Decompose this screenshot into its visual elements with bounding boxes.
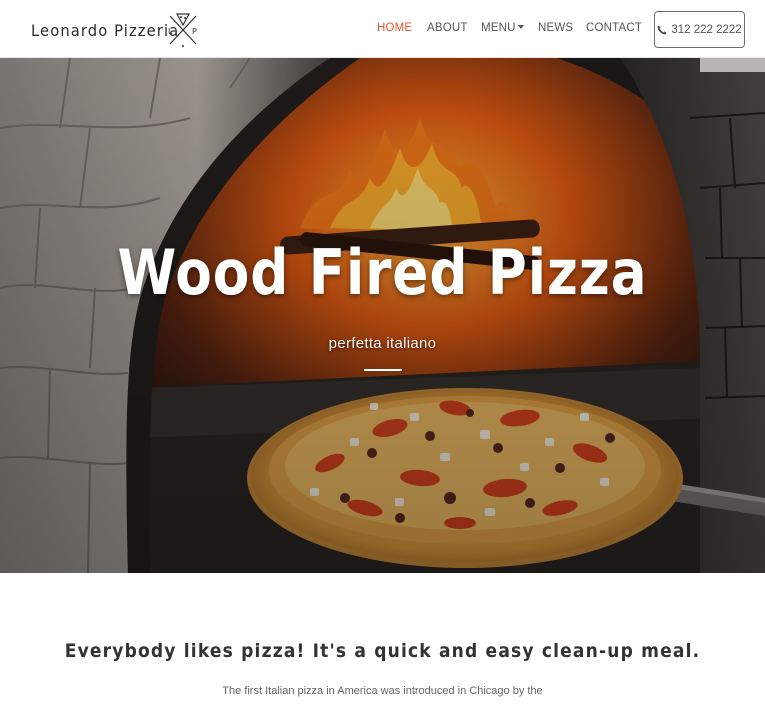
phone-button[interactable]: 312 222 2222 xyxy=(654,11,745,48)
nav-item-contact[interactable]: CONTACT xyxy=(586,22,642,34)
oven-pizza-image xyxy=(0,58,765,573)
phone-icon xyxy=(657,25,667,34)
hero-subtitle: perfetta italiano xyxy=(328,335,437,352)
hero-banner: Wood Fired Pizza perfetta italiano xyxy=(0,58,765,573)
nav-item-menu-label: MENU xyxy=(481,22,516,34)
caret-down-icon xyxy=(517,25,524,29)
nav-item-about[interactable]: ABOUT xyxy=(427,22,468,34)
hero-title: Wood Fired Pizza xyxy=(117,236,648,309)
intro-heading: Everybody likes pizza! It's a quick and … xyxy=(64,640,701,662)
main-nav: HOME ABOUT MENU NEWS CONTACT xyxy=(0,0,765,58)
nav-item-menu[interactable]: MENU xyxy=(481,22,524,34)
nav-item-news[interactable]: NEWS xyxy=(538,22,573,34)
nav-item-home[interactable]: HOME xyxy=(377,22,412,34)
intro-paragraph: The first Italian pizza in America was i… xyxy=(222,685,543,697)
hero-divider xyxy=(364,369,402,371)
navbar: Leonardo Pizzeria L P HOME ABOUT MENU NE… xyxy=(0,0,765,58)
phone-number: 312 222 2222 xyxy=(671,23,742,36)
